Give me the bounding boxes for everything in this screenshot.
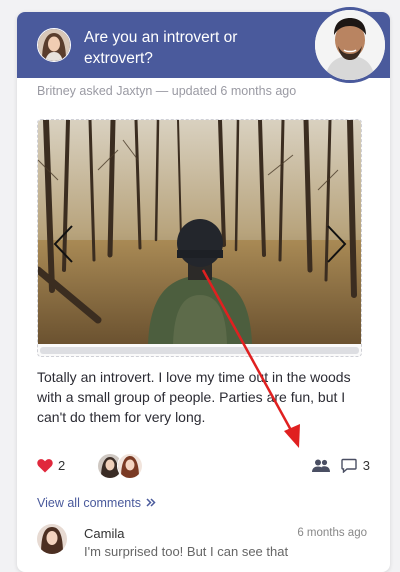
chevron-left-icon[interactable] xyxy=(52,224,76,264)
double-chevron-right-icon xyxy=(146,498,157,507)
answer-actions: 2 3 xyxy=(37,453,370,483)
like-count: 2 xyxy=(58,458,66,473)
asker-avatar[interactable] xyxy=(37,28,71,62)
like-button[interactable]: 2 xyxy=(37,458,65,473)
answer-action-group: 3 xyxy=(311,458,370,473)
commenter-avatar[interactable] xyxy=(37,524,67,554)
image-carousel xyxy=(37,119,362,357)
chevron-right-icon[interactable] xyxy=(324,224,348,264)
answer-photo xyxy=(38,120,361,344)
comment-icon xyxy=(341,458,357,473)
comment-button[interactable]: 3 xyxy=(341,458,370,473)
view-all-comments-link[interactable]: View all comments xyxy=(37,496,157,510)
comment-time: 6 months ago xyxy=(297,527,367,539)
comment-text: I'm surprised too! But I can see that xyxy=(84,544,289,559)
comment-count: 3 xyxy=(362,458,370,473)
answer-text: Totally an introvert. I love my time out… xyxy=(37,369,351,425)
question-meta: Britney asked Jaxtyn — updated 6 months … xyxy=(37,84,297,98)
commenter-name[interactable]: Camila xyxy=(84,526,124,541)
answerer-avatar[interactable] xyxy=(312,7,388,83)
view-all-comments-label: View all comments xyxy=(37,496,141,510)
question-title: Are you an introvert or extrovert? xyxy=(84,29,238,67)
liker-avatar[interactable] xyxy=(117,453,143,479)
people-icon[interactable] xyxy=(311,459,331,473)
carousel-scrollbar[interactable] xyxy=(40,347,359,354)
question-card: Are you an introvert or extrovert? Britn… xyxy=(17,12,390,572)
heart-icon xyxy=(37,459,53,473)
